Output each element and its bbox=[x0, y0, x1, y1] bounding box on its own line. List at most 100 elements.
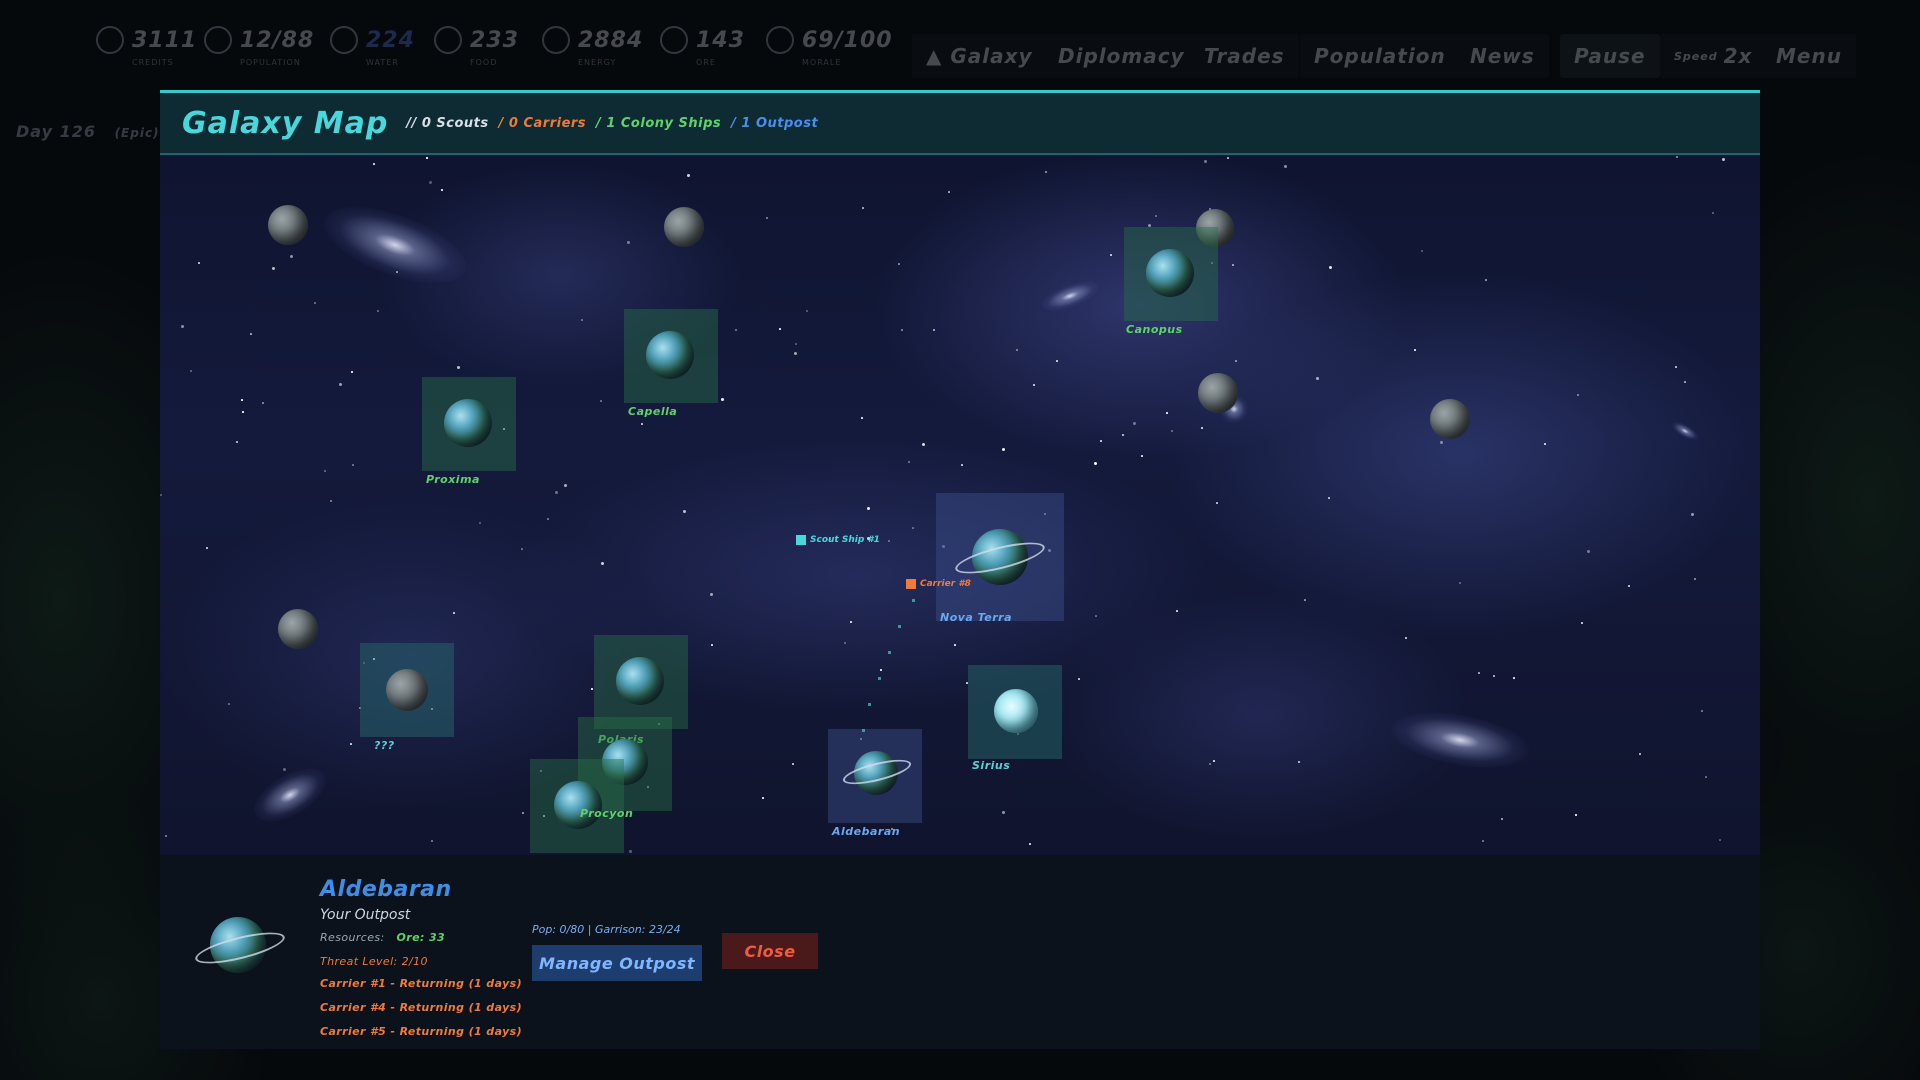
planet-rock-icon[interactable] bbox=[664, 207, 704, 247]
resource-credits: 3111 Credits bbox=[96, 26, 197, 78]
ore-label: Ore bbox=[696, 58, 716, 67]
panel-header: Galaxy Map // 0 Scouts / 0 Carriers / 1 … bbox=[160, 93, 1760, 155]
credits-value: 3111 bbox=[132, 27, 198, 53]
nav-population[interactable]: Population bbox=[1300, 34, 1460, 78]
planet-icon bbox=[646, 331, 694, 379]
star-dot bbox=[888, 540, 890, 542]
star-dot bbox=[1482, 840, 1484, 842]
star-dot bbox=[1675, 366, 1677, 368]
ice-planet-icon bbox=[994, 689, 1038, 733]
star-dot bbox=[457, 366, 460, 369]
galaxy-map[interactable]: Proxima Capella Canopus Nova Terra ??? P… bbox=[160, 155, 1760, 855]
star-dot bbox=[522, 812, 524, 814]
manage-outpost-button[interactable]: Manage Outpost bbox=[532, 945, 702, 981]
nav-trades[interactable]: Trades bbox=[1190, 34, 1299, 78]
star-dot bbox=[795, 343, 797, 345]
star-dot bbox=[711, 644, 713, 646]
resources-label: Resources: bbox=[320, 931, 385, 944]
morale-label: Morale bbox=[802, 58, 842, 67]
resource-population: 12/88 Population bbox=[204, 26, 314, 78]
detail-threat-level: Threat Level: 2/10 bbox=[320, 955, 428, 968]
resource-morale: 69/100 Morale bbox=[766, 26, 893, 78]
day-counter: Day 126 (Epic) bbox=[16, 122, 160, 141]
node-label-unknown: ??? bbox=[374, 739, 395, 752]
star-dot bbox=[1033, 384, 1035, 386]
planet-icon bbox=[444, 399, 492, 447]
planet-rock-icon[interactable] bbox=[1430, 399, 1470, 439]
star-dot bbox=[1016, 349, 1018, 351]
star-dot bbox=[1513, 677, 1515, 679]
star-dot bbox=[627, 241, 630, 244]
star-dot bbox=[1493, 675, 1495, 677]
star-dot bbox=[1705, 776, 1707, 778]
resource-food: 233 Food bbox=[434, 26, 519, 78]
carrier-ship-icon[interactable] bbox=[906, 579, 916, 589]
star-dot bbox=[901, 329, 903, 331]
star-dot bbox=[898, 263, 900, 265]
ore-value: 143 bbox=[696, 27, 745, 53]
star-dot bbox=[1712, 212, 1714, 214]
star-dot bbox=[1304, 599, 1306, 601]
credits-label: Credits bbox=[132, 58, 174, 67]
star-dot bbox=[1577, 394, 1579, 396]
star-dot bbox=[641, 423, 643, 425]
people-icon bbox=[204, 26, 232, 54]
star-dot bbox=[1485, 279, 1487, 281]
menu-button[interactable]: Menu bbox=[1762, 34, 1856, 78]
node-label-capella: Capella bbox=[628, 405, 678, 418]
nav-galaxy[interactable]: ▲ Galaxy bbox=[912, 34, 1047, 78]
fleet-outposts: / 1 Outpost bbox=[731, 115, 819, 131]
star-dot bbox=[1501, 818, 1503, 820]
star-dot bbox=[190, 370, 192, 372]
star-dot bbox=[1094, 462, 1097, 465]
detail-resources: Resources: Ore: 33 bbox=[320, 931, 445, 944]
star-dot bbox=[1421, 250, 1423, 252]
resource-water: 224 Water bbox=[330, 26, 415, 78]
star-dot bbox=[862, 207, 864, 209]
star-dot bbox=[206, 547, 208, 549]
star-dot bbox=[1722, 158, 1725, 161]
star-dot bbox=[1227, 157, 1229, 159]
star-dot bbox=[290, 255, 293, 258]
scout-ship-label: Scout Ship #1 bbox=[810, 535, 880, 545]
star-dot bbox=[850, 621, 852, 623]
star-dot bbox=[1459, 582, 1461, 584]
star-dot bbox=[1166, 412, 1168, 414]
close-button[interactable]: Close bbox=[722, 933, 818, 969]
star-dot bbox=[431, 840, 433, 842]
star-dot bbox=[1133, 422, 1136, 425]
star-dot bbox=[721, 398, 724, 401]
scout-ship-icon[interactable] bbox=[796, 535, 806, 545]
star-dot bbox=[710, 593, 713, 596]
star-dot bbox=[912, 527, 914, 529]
star-dot bbox=[453, 612, 455, 614]
detail-pop-garrison: Pop: 0/80 | Garrison: 23/24 bbox=[532, 923, 681, 936]
star-dot bbox=[241, 399, 243, 401]
pause-button[interactable]: Pause bbox=[1560, 34, 1660, 78]
star-dot bbox=[352, 464, 354, 466]
star-dot bbox=[429, 181, 432, 184]
node-label-proxima: Proxima bbox=[426, 473, 480, 486]
planet-rock-icon[interactable] bbox=[278, 609, 318, 649]
planet-rock-icon bbox=[386, 669, 428, 711]
speed-control[interactable]: Speed 2x bbox=[1660, 34, 1767, 78]
nav-news[interactable]: News bbox=[1456, 34, 1549, 78]
population-label: Population bbox=[240, 58, 301, 67]
planet-rock-icon[interactable] bbox=[268, 205, 308, 245]
star-dot bbox=[867, 507, 870, 510]
route-dot bbox=[912, 599, 915, 602]
star-dot bbox=[1575, 814, 1577, 816]
star-dot bbox=[861, 417, 863, 419]
star-dot bbox=[766, 217, 768, 219]
node-label-nova-terra: Nova Terra bbox=[940, 611, 1013, 624]
star-dot bbox=[330, 500, 332, 502]
nav-diplomacy[interactable]: Diplomacy bbox=[1044, 34, 1199, 78]
fleet-scouts: // 0 Scouts bbox=[406, 115, 489, 131]
star-dot bbox=[1002, 811, 1005, 814]
star-dot bbox=[1235, 360, 1237, 362]
star-dot bbox=[922, 443, 925, 446]
star-dot bbox=[441, 189, 443, 191]
planet-rock-icon[interactable] bbox=[1198, 373, 1238, 413]
star-dot bbox=[601, 562, 604, 565]
star-dot bbox=[181, 325, 184, 328]
